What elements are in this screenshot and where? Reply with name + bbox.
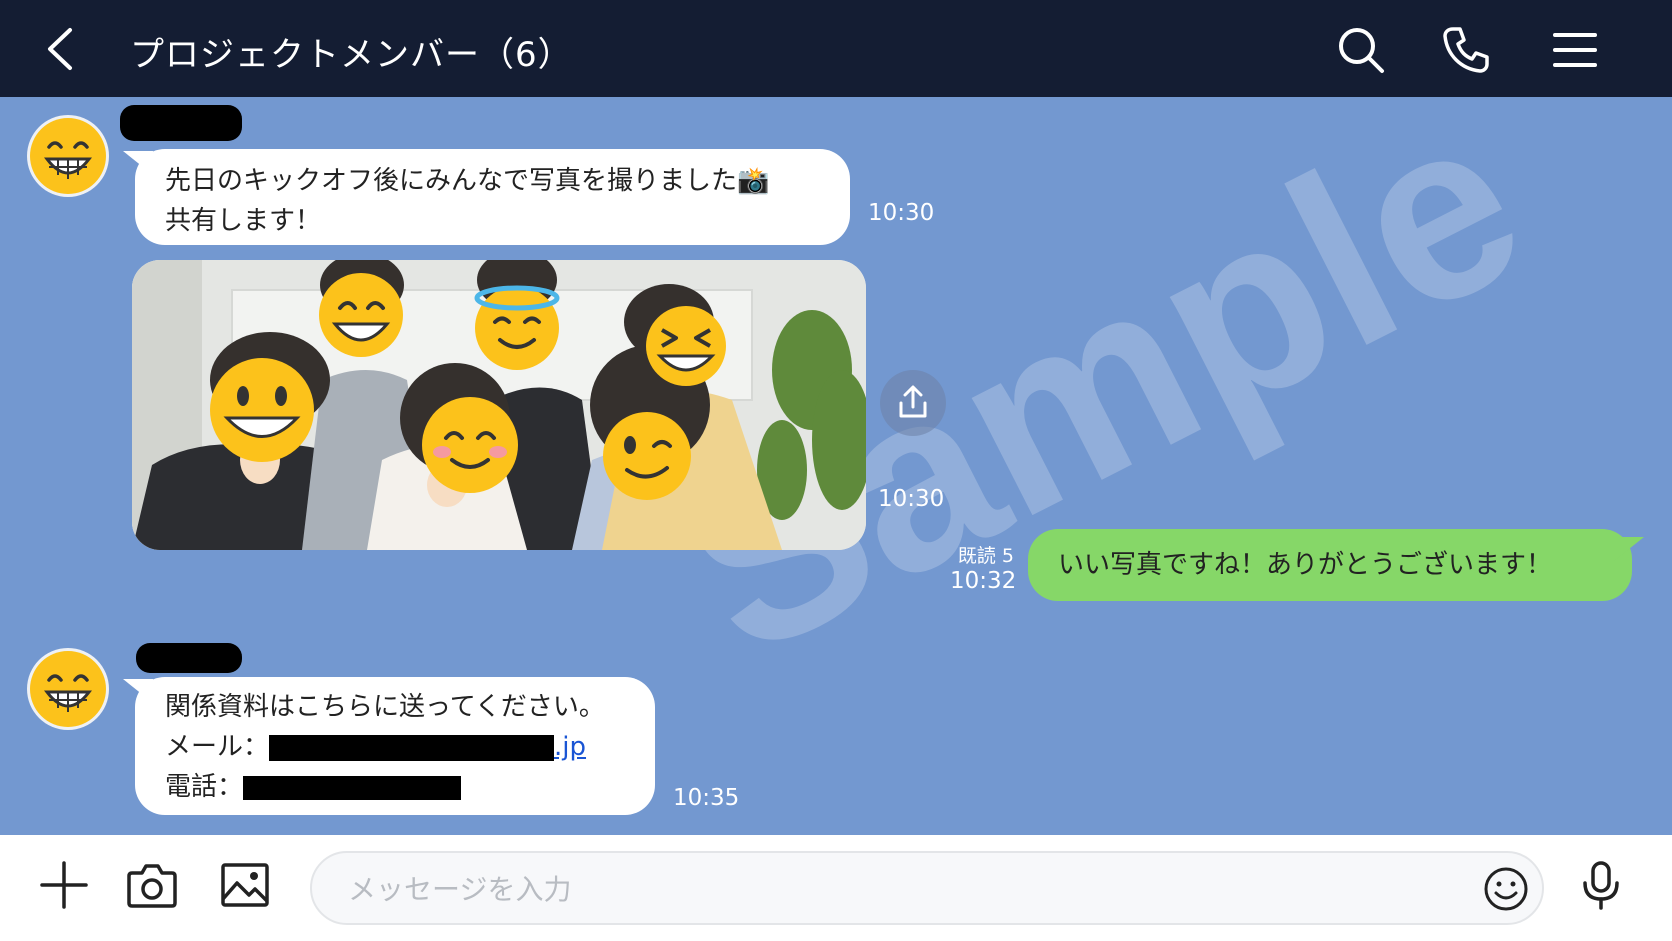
sender-name-redacted — [136, 643, 242, 673]
group-photo-image — [132, 260, 866, 550]
message-time: 10:35 — [673, 785, 740, 811]
read-receipt: 既読 5 — [930, 543, 1014, 569]
grinning-face-icon — [30, 651, 106, 727]
message-input-box[interactable] — [310, 851, 1544, 925]
phone-icon[interactable] — [1441, 25, 1491, 75]
email-link[interactable]: .jp — [269, 732, 586, 762]
message-bubble[interactable]: 先日のキックオフ後にみんなで写真を撮りました📸 共有します！ — [135, 149, 850, 245]
email-redacted — [269, 734, 555, 761]
chat-title: プロジェクトメンバー（6） — [130, 35, 573, 75]
avatar[interactable] — [27, 115, 109, 197]
email-suffix: .jp — [554, 732, 587, 762]
message-text: 先日のキックオフ後にみんなで写真を撮りました📸 — [165, 166, 770, 196]
phone-line: 電話： — [165, 767, 625, 807]
input-bar — [0, 835, 1672, 941]
emoji-icon[interactable] — [1482, 865, 1530, 913]
phone-link[interactable] — [243, 772, 462, 802]
sender-name-redacted — [120, 105, 242, 141]
share-icon — [899, 385, 927, 418]
email-label: メール： — [165, 732, 270, 762]
message-time: 10:32 — [950, 568, 1017, 594]
message-time: 10:30 — [878, 486, 945, 512]
search-icon[interactable] — [1336, 25, 1386, 75]
message-text: 共有します！ — [165, 206, 322, 236]
my-message-bubble[interactable]: いい写真ですね！ありがとうございます！ — [1028, 529, 1632, 601]
email-line: メール： .jp — [165, 727, 625, 767]
image-icon[interactable] — [219, 859, 271, 911]
phone-label: 電話： — [165, 772, 244, 802]
chat-header: プロジェクトメンバー（6） — [0, 0, 1672, 97]
message-text: いい写真ですね！ありがとうございます！ — [1058, 550, 1553, 580]
mic-icon[interactable] — [1575, 859, 1627, 911]
message-bubble[interactable]: 関係資料はこちらに送ってください。 メール： .jp 電話： — [135, 677, 655, 815]
plus-icon[interactable] — [38, 859, 90, 911]
avatar[interactable] — [27, 648, 109, 730]
grinning-face-icon — [30, 118, 106, 194]
read-label: 既読 5 — [957, 545, 1014, 567]
shared-photo[interactable] — [132, 260, 866, 550]
share-button[interactable] — [880, 370, 946, 436]
phone-redacted — [243, 775, 462, 800]
back-icon[interactable] — [40, 26, 84, 72]
message-time: 10:30 — [868, 200, 935, 226]
menu-icon[interactable] — [1550, 25, 1600, 75]
message-text: 関係資料はこちらに送ってください。 — [165, 692, 605, 722]
chat-area[interactable]: Sample 先日のキックオフ後にみんなで写真を撮りました📸 共有します！ 10… — [0, 97, 1672, 835]
camera-icon[interactable] — [126, 859, 178, 911]
message-input[interactable] — [348, 867, 1408, 911]
